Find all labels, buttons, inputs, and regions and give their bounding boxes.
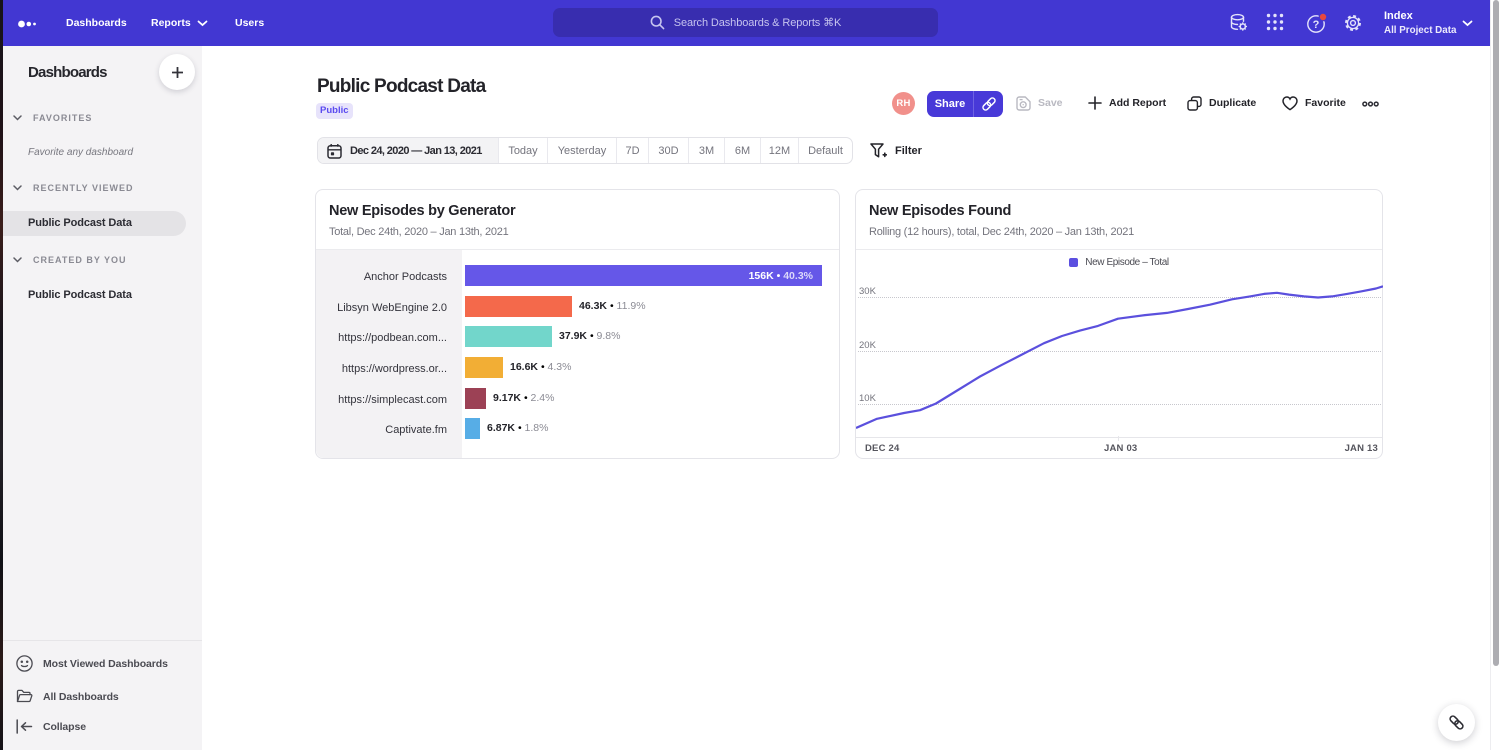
svg-text:?: ? [1313,19,1320,31]
